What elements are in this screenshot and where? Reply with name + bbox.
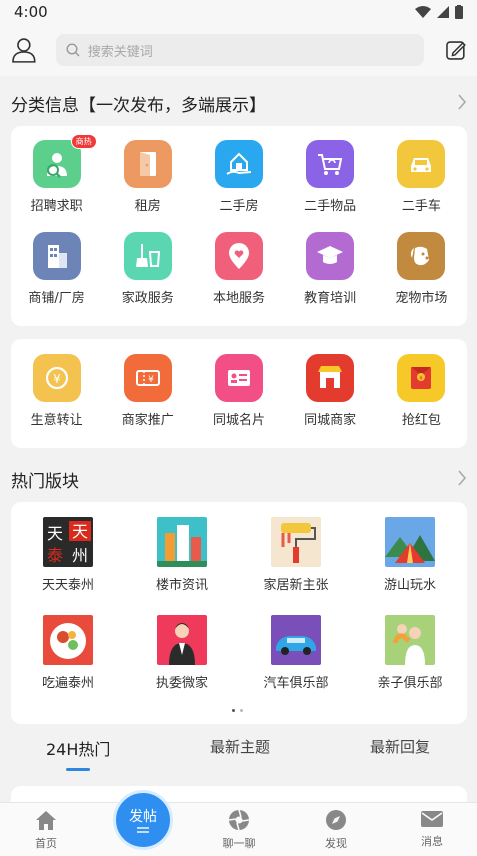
category-secondhand-house[interactable]: 二手房 (193, 140, 284, 214)
category-pet-market[interactable]: 宠物市场 (376, 232, 467, 306)
hot-parent-child[interactable]: 亲子俱乐部 (353, 615, 467, 691)
yen-exchange-icon: ¥ (32, 354, 81, 402)
hot-home-decor[interactable]: 家居新主张 (239, 517, 353, 593)
sports-car-icon (271, 615, 321, 665)
wifi-icon (415, 6, 431, 18)
bottom-nav: 首页 聊一聊 发现 消息 (0, 802, 477, 856)
service-red-envelope[interactable]: ¥ 抢红包 (376, 354, 467, 428)
job-icon: 商热 (32, 134, 97, 188)
search-placeholder: 搜索关键词 (87, 44, 153, 60)
parent-child-icon (385, 615, 435, 665)
top-header: 搜索关键词 (0, 24, 477, 76)
cart-icon (306, 140, 355, 188)
hot-grid: 天 天 泰 州 天天泰州 楼市资讯 家居新主张 游山玩水 吃遍泰州 执委微家 汽… (11, 517, 467, 691)
house-hand-icon (214, 140, 263, 188)
category-secondhand-goods[interactable]: 二手物品 (285, 140, 376, 214)
active-tab-indicator (66, 768, 90, 771)
search-icon (66, 43, 80, 57)
svg-text:天: 天 (47, 524, 63, 543)
shop-icon (306, 354, 355, 402)
door-icon (123, 140, 172, 188)
services-grid: ¥ 生意转让 ¥ 商家推广 同城名片 同城商家 ¥ 抢红包 (11, 354, 467, 428)
compass-icon (326, 810, 346, 830)
svg-text:¥: ¥ (148, 375, 154, 385)
tent-icon (385, 517, 435, 567)
menu-lines-icon (137, 827, 149, 833)
signal-icon (437, 6, 449, 18)
hot-section-title: 热门版块 (11, 472, 79, 492)
hot-food[interactable]: 吃遍泰州 (11, 615, 125, 691)
hot-committee[interactable]: 执委微家 (125, 615, 239, 691)
svg-text:州: 州 (72, 546, 88, 565)
card-icon (214, 354, 263, 402)
svg-text:¥: ¥ (419, 375, 423, 382)
category-used-car[interactable]: 二手车 (376, 140, 467, 214)
businesswoman-icon (157, 615, 207, 665)
hot-tiantian-taizhou[interactable]: 天 天 泰 州 天天泰州 (11, 517, 125, 593)
battery-icon (455, 5, 463, 19)
hot-badge: 商热 (70, 134, 97, 149)
post-button[interactable]: 发帖 (113, 790, 173, 850)
service-city-merchants[interactable]: 同城商家 (285, 354, 376, 428)
chevron-right-icon[interactable] (457, 94, 467, 110)
tab-latest-replies[interactable]: 最新回复 (370, 736, 430, 757)
building-icon (32, 232, 81, 280)
carousel-dots (232, 709, 246, 713)
aperture-icon (228, 809, 250, 831)
nav-messages[interactable]: 消息 (402, 809, 462, 849)
nav-discover[interactable]: 发现 (306, 809, 366, 851)
category-recruitment[interactable]: 商热 招聘求职 (11, 134, 102, 214)
chevron-right-icon[interactable] (457, 470, 467, 486)
paint-roller-icon (271, 517, 321, 567)
category-housekeeping[interactable]: 家政服务 (102, 232, 193, 306)
service-business-transfer[interactable]: ¥ 生意转让 (11, 354, 102, 428)
nav-home[interactable]: 首页 (16, 809, 76, 851)
buildings-icon (157, 517, 207, 567)
car-icon (397, 140, 446, 188)
search-input[interactable]: 搜索关键词 (55, 34, 425, 66)
tiantian-taizhou-logo: 天 天 泰 州 (43, 517, 93, 567)
food-icon (43, 615, 93, 665)
home-icon (36, 811, 56, 830)
category-section-title: 分类信息【一次发布，多端展示】 (11, 96, 266, 116)
category-rent[interactable]: 租房 (102, 140, 193, 214)
service-merchant-promotion[interactable]: ¥ 商家推广 (102, 354, 193, 428)
hot-property-news[interactable]: 楼市资讯 (125, 517, 239, 593)
tab-24h-hot[interactable]: 24H热门 (46, 736, 110, 760)
status-time: 4:00 (14, 3, 48, 21)
status-bar: 4:00 (0, 0, 477, 24)
dog-icon (397, 232, 446, 280)
location-heart-icon (214, 232, 263, 280)
svg-text:泰: 泰 (47, 546, 63, 565)
tab-latest-topics[interactable]: 最新主题 (210, 736, 270, 757)
svg-text:¥: ¥ (53, 372, 61, 386)
category-grid: 商热 招聘求职 租房 二手房 二手物品 二手车 商铺/厂房 家政服务 本地服务 … (11, 134, 467, 306)
svg-text:天: 天 (72, 522, 88, 541)
feed-tabs: 24H热门 最新主题 最新回复 (0, 726, 477, 786)
hot-car-club[interactable]: 汽车俱乐部 (239, 615, 353, 691)
category-shop-factory[interactable]: 商铺/厂房 (11, 232, 102, 306)
user-icon[interactable] (10, 36, 38, 64)
dot-active (232, 709, 235, 712)
compose-icon[interactable] (445, 39, 467, 61)
cleaning-icon (123, 232, 172, 280)
category-local-service[interactable]: 本地服务 (193, 232, 284, 306)
hot-travel[interactable]: 游山玩水 (353, 517, 467, 593)
dot (240, 709, 243, 712)
graduation-cap-icon (306, 232, 355, 280)
mail-icon (421, 811, 443, 827)
category-education[interactable]: 教育培训 (285, 232, 376, 306)
coupon-icon: ¥ (123, 354, 172, 402)
nav-chat[interactable]: 聊一聊 (209, 809, 269, 851)
service-city-card[interactable]: 同城名片 (193, 354, 284, 428)
red-envelope-icon: ¥ (397, 354, 446, 402)
